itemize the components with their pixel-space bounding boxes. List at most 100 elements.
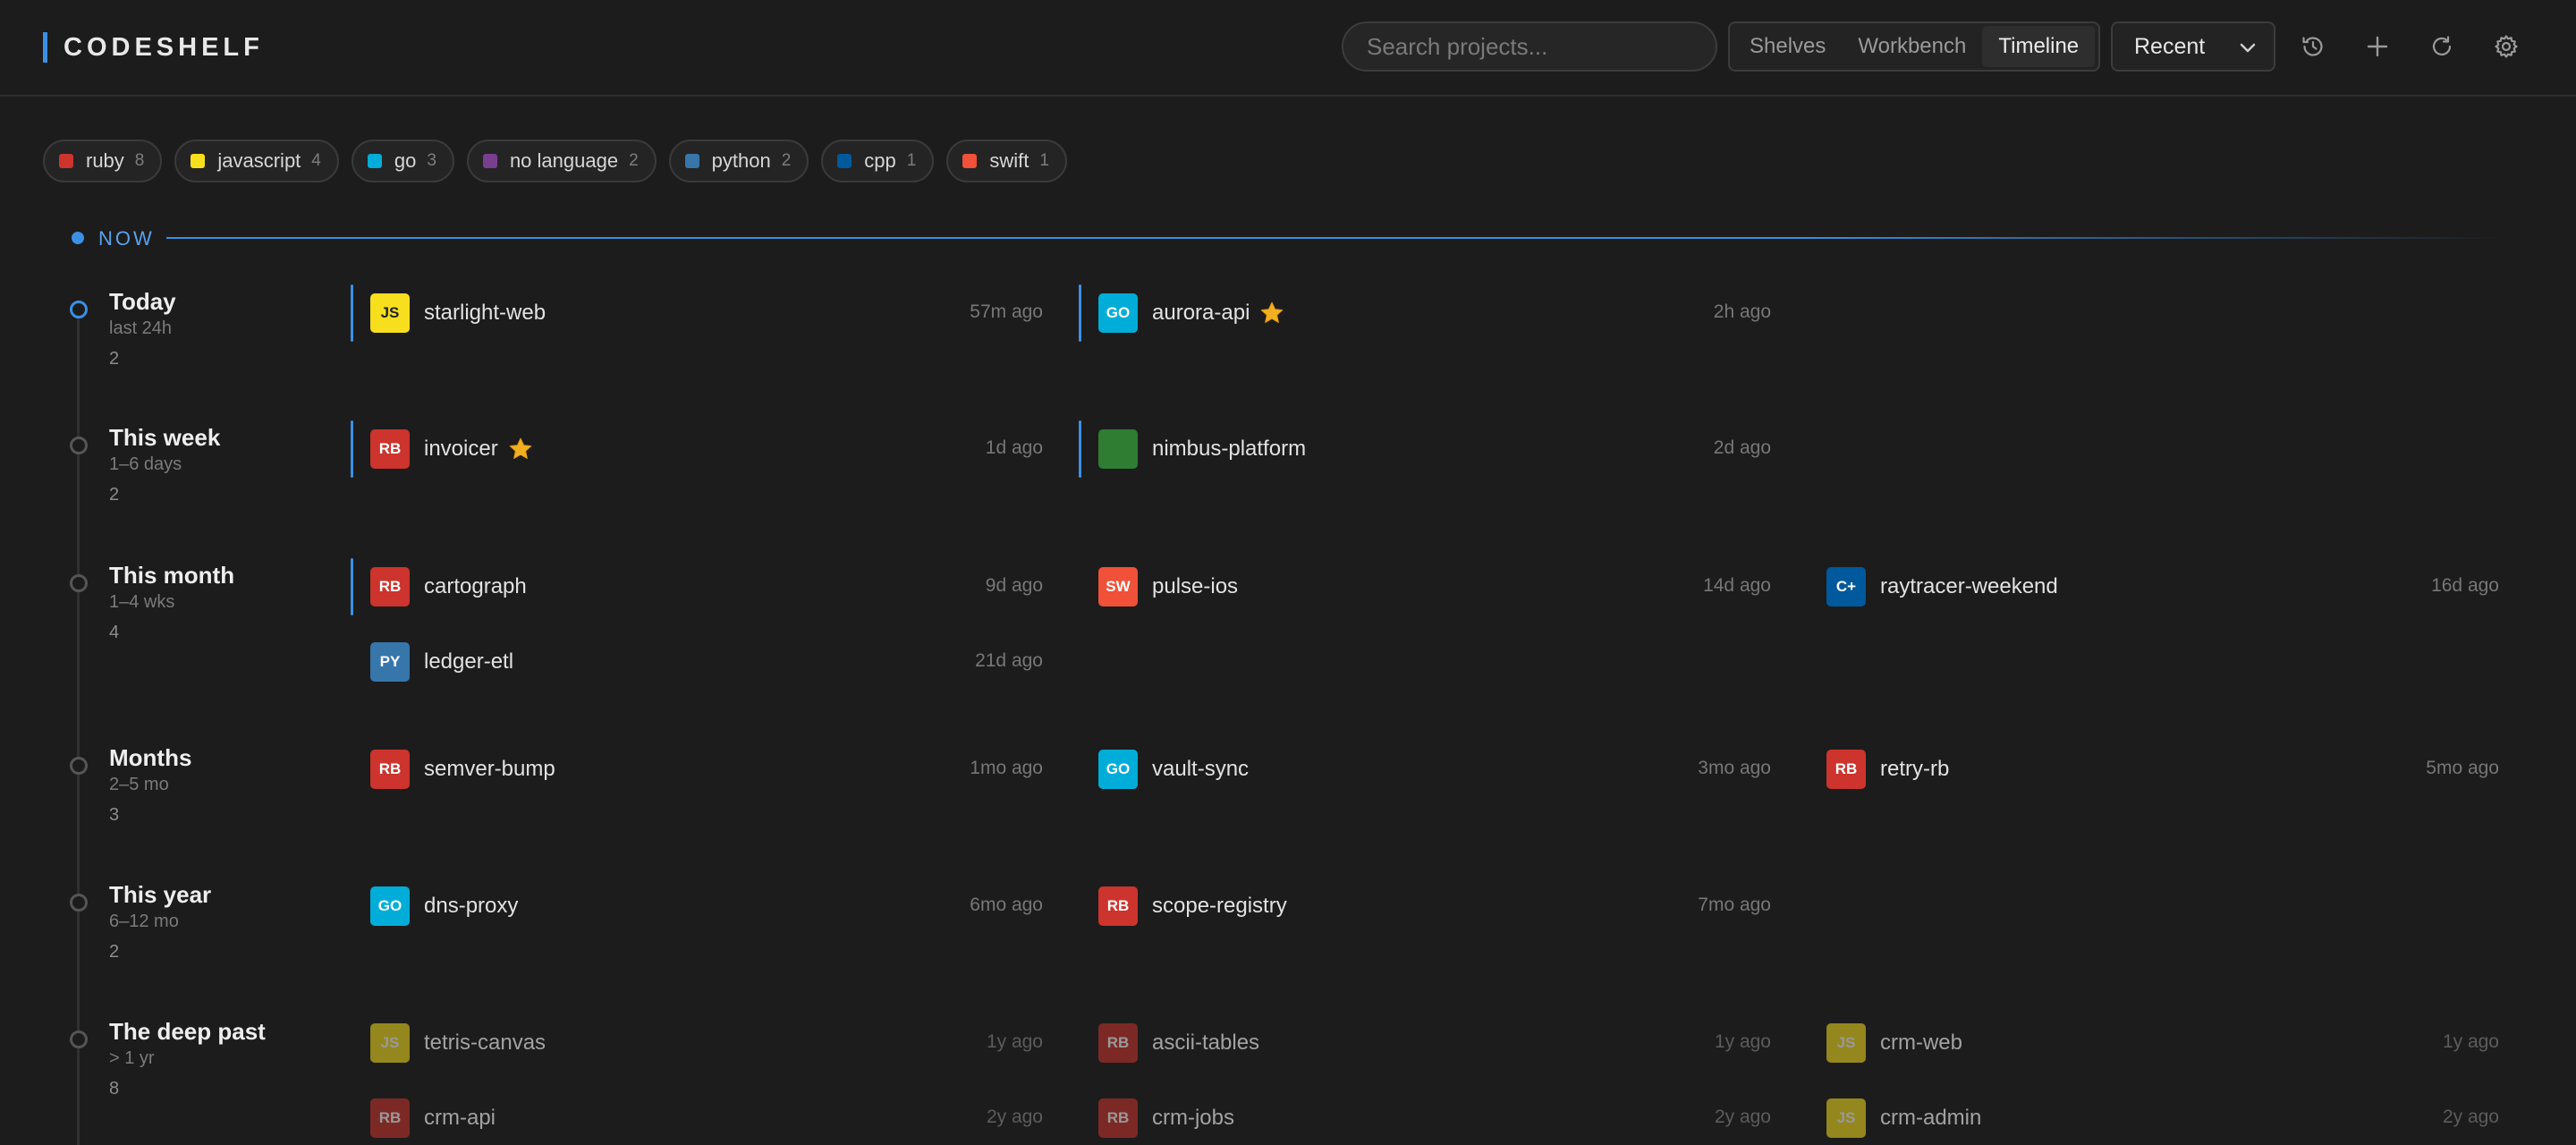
timeline-group-marker (70, 301, 88, 318)
project-last-opened: 2d ago (1713, 437, 1771, 458)
language-color-swatch (684, 154, 699, 168)
language-chip-cpp[interactable]: cpp 1 (821, 140, 935, 182)
language-badge: C+ (1826, 567, 1866, 606)
timeline-group-marker (70, 757, 88, 775)
language-chip-go[interactable]: go 3 (351, 140, 454, 182)
project-item[interactable]: nimbus-platform (1078, 420, 1306, 478)
project-item[interactable]: RB invoicer (351, 420, 534, 478)
project-item[interactable]: JS crm-admin (1826, 1096, 1981, 1141)
language-badge: JS (1826, 1098, 1866, 1138)
language-chip-count: 2 (781, 151, 792, 170)
project-item[interactable]: RB semver-bump (370, 747, 555, 792)
group-title: This month (109, 562, 235, 589)
language-badge: RB (1098, 886, 1138, 926)
group-count: 2 (109, 485, 120, 505)
project-item[interactable]: GO vault-sync (1098, 747, 1249, 792)
group-count: 3 (109, 805, 120, 825)
language-badge: RB (1826, 750, 1866, 789)
star-icon[interactable] (1258, 300, 1285, 327)
group-count: 8 (109, 1079, 120, 1098)
project-item[interactable]: C+ raytracer-weekend (1826, 564, 2058, 609)
project-last-opened: 2y ago (1714, 1107, 1771, 1127)
language-chip-swift[interactable]: swift 1 (946, 140, 1067, 182)
language-chip-javascript[interactable]: javascript 4 (174, 140, 339, 182)
language-badge: JS (1826, 1023, 1866, 1063)
language-badge: GO (370, 886, 410, 926)
sort-select-value: Recent (2134, 33, 2206, 59)
view-workbench-button[interactable]: Workbench (1842, 26, 1982, 67)
project-name: crm-web (1880, 1030, 1963, 1055)
language-chip-count: 3 (427, 151, 436, 170)
group-range: > 1 yr (109, 1048, 155, 1068)
project-name: crm-jobs (1152, 1106, 1235, 1130)
view-timeline-button[interactable]: Timeline (1982, 26, 2096, 67)
project-name: dns-proxy (424, 894, 519, 918)
project-last-opened: 1y ago (986, 1031, 1043, 1052)
timeline-group-marker (70, 574, 88, 592)
app-logo: CODESHELF (43, 32, 264, 63)
language-color-swatch (482, 154, 497, 168)
project-item[interactable]: RB cartograph (351, 558, 527, 615)
timeline-spine (77, 301, 80, 1145)
project-last-opened: 14d ago (1703, 575, 1771, 596)
history-icon[interactable] (2295, 29, 2331, 64)
language-badge: RB (1098, 1023, 1138, 1063)
project-item[interactable]: GO aurora-api (1078, 284, 1285, 342)
group-title: Months (109, 744, 192, 771)
language-badge: JS (370, 1023, 410, 1063)
project-name: invoicer (424, 437, 498, 461)
language-chip-count: 1 (906, 151, 917, 170)
language-chip-label: cpp (864, 149, 896, 172)
language-badge: JS (370, 293, 410, 333)
language-color-swatch (367, 154, 382, 168)
project-item[interactable]: RB crm-jobs (1098, 1096, 1234, 1141)
search-input[interactable] (1342, 21, 1717, 72)
language-color-swatch (191, 154, 206, 168)
language-chip-count: 1 (1039, 151, 1049, 170)
gear-icon[interactable] (2488, 29, 2524, 64)
project-name: vault-sync (1152, 757, 1250, 781)
language-chip-label: go (394, 149, 417, 172)
star-icon[interactable] (507, 436, 534, 462)
group-title: Today (109, 288, 176, 315)
refresh-icon[interactable] (2424, 29, 2460, 64)
chevron-down-icon (2238, 38, 2258, 64)
language-color-swatch (837, 154, 852, 168)
project-last-opened: 1y ago (2442, 1031, 2499, 1052)
project-item[interactable]: PY ledger-etl (370, 640, 513, 684)
project-last-opened: 1d ago (985, 437, 1043, 458)
group-title: This week (109, 424, 221, 451)
project-name: raytracer-weekend (1880, 574, 2058, 598)
now-label: NOW (98, 227, 155, 250)
project-last-opened: 57m ago (970, 301, 1043, 322)
project-last-opened: 16d ago (2431, 575, 2499, 596)
project-item[interactable]: JS crm-web (1826, 1021, 1962, 1065)
group-range: 6–12 mo (109, 912, 179, 931)
view-switcher: Shelves Workbench Timeline (1728, 21, 2100, 72)
group-count: 4 (109, 623, 120, 642)
language-color-swatch (59, 154, 73, 168)
project-item[interactable]: JS starlight-web (350, 284, 547, 342)
project-item[interactable]: RB ascii-tables (1098, 1021, 1259, 1065)
timeline-group-marker (70, 437, 88, 454)
project-last-opened: 1mo ago (970, 758, 1043, 778)
project-last-opened: 2y ago (986, 1107, 1043, 1127)
project-item[interactable]: RB retry-rb (1826, 747, 1949, 792)
project-item[interactable]: GO dns-proxy (370, 884, 518, 929)
project-name: starlight-web (424, 301, 547, 325)
language-chip-ruby[interactable]: ruby 8 (43, 140, 163, 182)
language-badge: RB (370, 1098, 410, 1138)
view-shelves-button[interactable]: Shelves (1733, 26, 1842, 67)
language-chip-label: ruby (86, 149, 124, 172)
sort-select[interactable]: Recent (2111, 21, 2275, 72)
language-chip-python[interactable]: python 2 (668, 140, 809, 182)
project-item[interactable]: RB scope-registry (1098, 884, 1287, 929)
language-color-swatch (962, 154, 978, 168)
language-badge: GO (1098, 293, 1138, 333)
project-item[interactable]: JS tetris-canvas (370, 1021, 546, 1065)
plus-icon[interactable] (2360, 29, 2395, 64)
project-item[interactable]: RB crm-api (370, 1096, 496, 1141)
project-item[interactable]: SW pulse-ios (1098, 564, 1238, 609)
group-range: 1–6 days (109, 454, 182, 474)
language-chip-no-language[interactable]: no language 2 (466, 140, 657, 182)
